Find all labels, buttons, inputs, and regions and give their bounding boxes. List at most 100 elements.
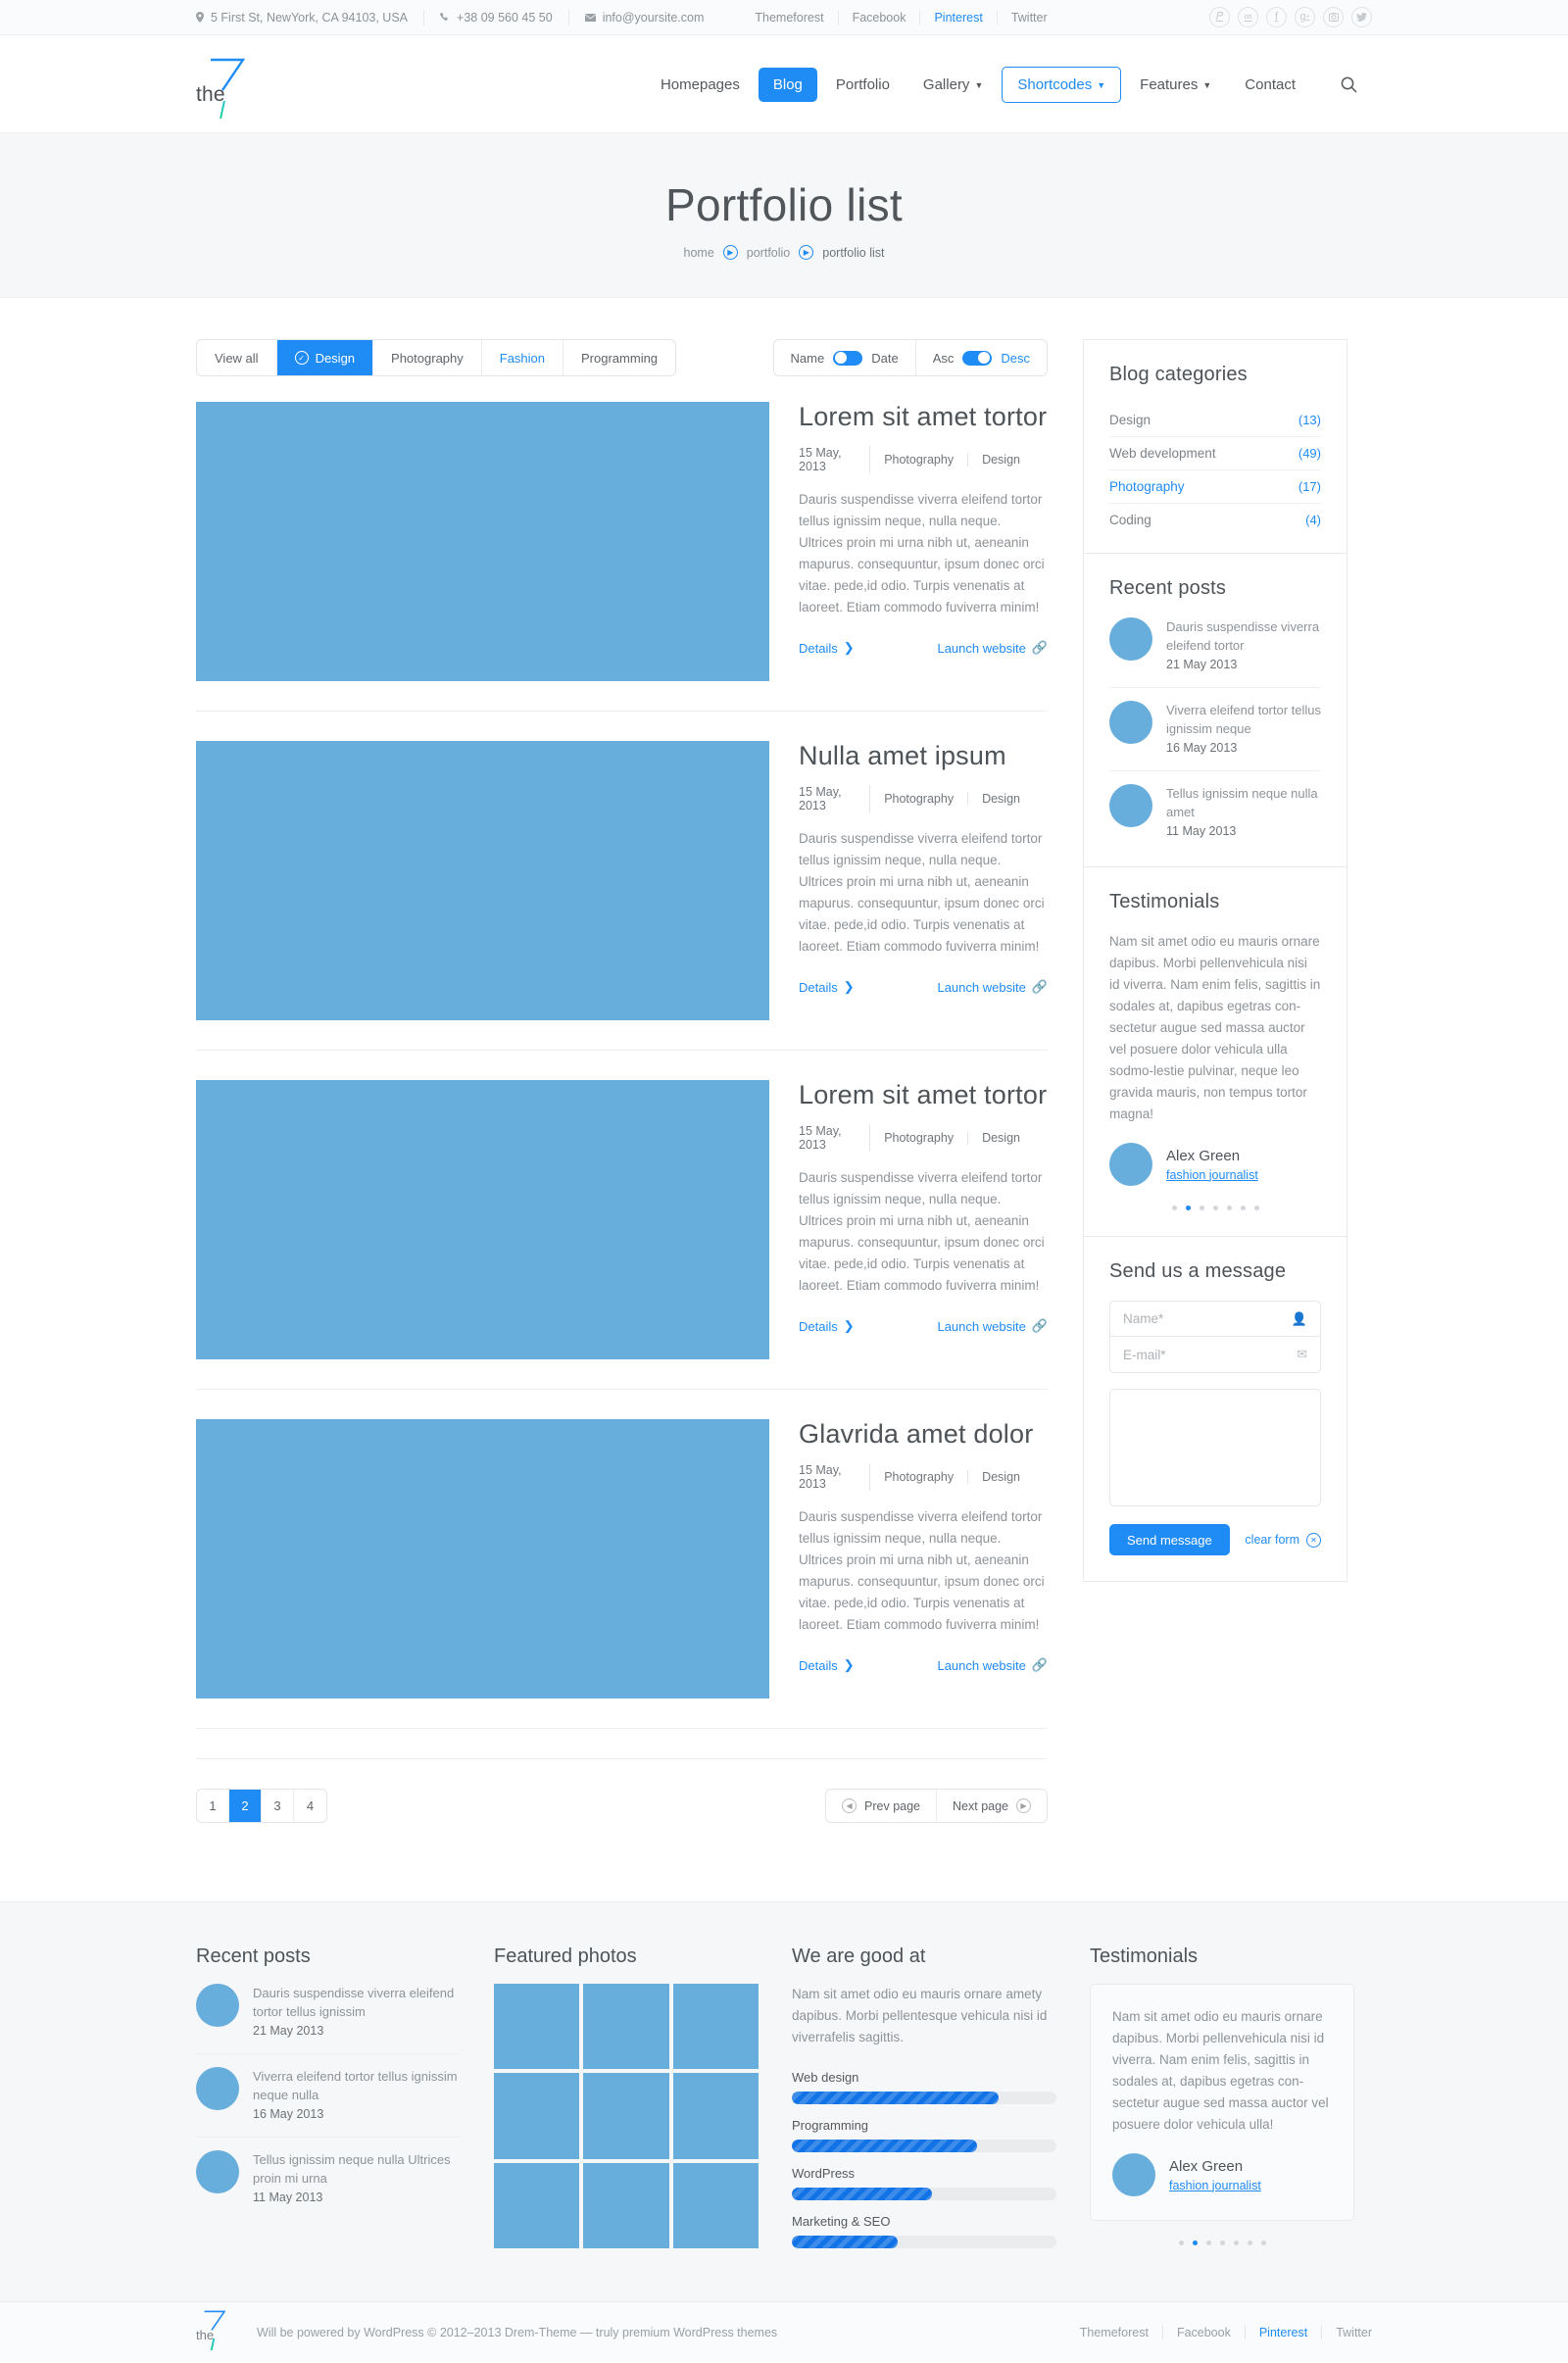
launch-website-link[interactable]: Launch website 🔗	[937, 979, 1048, 995]
recent-post-item[interactable]: Tellus ignissim neque nulla amet 11 May …	[1109, 771, 1321, 841]
photo-thumbnail[interactable]	[494, 2162, 580, 2249]
email-field[interactable]: E-mail* ✉	[1109, 1337, 1321, 1373]
portfolio-thumbnail[interactable]	[196, 741, 769, 1020]
footer-link-pinterest[interactable]: Pinterest	[1246, 2326, 1323, 2339]
pager-dot[interactable]	[1226, 1206, 1232, 1210]
filter-photography[interactable]: Photography	[373, 340, 482, 375]
filter-fashion[interactable]: Fashion	[482, 340, 564, 375]
photo-thumbnail[interactable]	[583, 2073, 669, 2159]
nav-item-portfolio[interactable]: Portfolio	[821, 68, 905, 102]
pager-dot[interactable]	[1233, 2240, 1239, 2245]
breadcrumb-item-portfolio[interactable]: portfolio	[747, 246, 790, 260]
pager-dot[interactable]	[1240, 1206, 1246, 1210]
portfolio-thumbnail[interactable]	[196, 402, 769, 681]
recent-post-item[interactable]: Dauris suspendisse viverra eleifend tort…	[1109, 617, 1321, 688]
googleplus-icon[interactable]: g +	[1295, 7, 1315, 27]
footer-logo[interactable]: the	[196, 2310, 241, 2355]
category-link-photography[interactable]: Photography	[1109, 479, 1185, 494]
page-4-button[interactable]: 4	[294, 1790, 326, 1822]
details-link[interactable]: Details ❯	[799, 1657, 855, 1673]
portfolio-title[interactable]: Lorem sit amet tortor	[799, 402, 1048, 432]
pager-dot[interactable]	[1253, 1206, 1259, 1210]
testimonial-role[interactable]: fashion journalist	[1166, 1168, 1258, 1182]
search-icon[interactable]	[1326, 68, 1372, 102]
nav-item-features[interactable]: Features ▼	[1125, 68, 1226, 102]
twitter-icon[interactable]	[1351, 7, 1372, 27]
recent-post-item[interactable]: Viverra eleifend tortor tellus ignissim …	[1109, 688, 1321, 771]
fivehundredpx-icon[interactable]: ∞	[1238, 7, 1258, 27]
recent-post-item[interactable]: Viverra eleifend tortor tellus ignissim …	[196, 2054, 461, 2138]
portfolio-category[interactable]: Design	[982, 453, 1034, 467]
category-link-coding[interactable]: Coding	[1109, 513, 1152, 527]
topbar-link-themeforest[interactable]: Themeforest	[741, 10, 839, 25]
launch-website-link[interactable]: Launch website 🔗	[937, 640, 1048, 656]
nav-item-blog[interactable]: Blog	[758, 67, 817, 102]
pager-dot[interactable]	[1199, 1206, 1204, 1210]
page-2-button[interactable]: 2	[229, 1790, 262, 1822]
portfolio-category[interactable]: Photography	[884, 1131, 969, 1145]
details-link[interactable]: Details ❯	[799, 1318, 855, 1334]
pager-dot[interactable]	[1178, 2240, 1184, 2245]
nav-item-gallery[interactable]: Gallery ▼	[908, 68, 998, 102]
sort-by-toggle[interactable]: Name Date	[774, 340, 916, 375]
portfolio-title[interactable]: Glavrida amet dolor	[799, 1419, 1048, 1450]
prev-page-button[interactable]: ◀ Prev page	[826, 1790, 938, 1822]
portfolio-category[interactable]: Photography	[884, 453, 969, 467]
category-link-design[interactable]: Design	[1109, 413, 1151, 427]
pager-dot[interactable]	[1219, 2240, 1225, 2245]
topbar-link-twitter[interactable]: Twitter	[998, 11, 1061, 25]
pager-dot-active[interactable]	[1192, 2240, 1198, 2245]
pager-dot-active[interactable]	[1185, 1206, 1191, 1210]
site-logo[interactable]: the	[196, 54, 265, 119]
portfolio-category[interactable]: Design	[982, 1470, 1034, 1484]
sort-direction-toggle[interactable]: Asc Desc	[916, 340, 1047, 375]
message-textarea[interactable]	[1109, 1389, 1321, 1506]
facebook-icon[interactable]: f	[1266, 7, 1287, 27]
recent-post-item[interactable]: Tellus ignissim neque nulla Ultrices pro…	[196, 2138, 461, 2207]
details-link[interactable]: Details ❯	[799, 640, 855, 656]
topbar-link-pinterest[interactable]: Pinterest	[920, 10, 998, 25]
pager-dot[interactable]	[1247, 2240, 1252, 2245]
photo-thumbnail[interactable]	[672, 1984, 760, 2070]
launch-website-link[interactable]: Launch website 🔗	[937, 1318, 1048, 1334]
pinterest-icon[interactable]: 𝑃	[1209, 7, 1230, 27]
portfolio-category[interactable]: Photography	[884, 792, 969, 806]
portfolio-title[interactable]: Lorem sit amet tortor	[799, 1080, 1048, 1110]
toggle-switch[interactable]	[833, 350, 863, 366]
pager-dot[interactable]	[1212, 1206, 1218, 1210]
footer-link-twitter[interactable]: Twitter	[1322, 2326, 1372, 2339]
portfolio-category[interactable]: Design	[982, 792, 1034, 806]
page-1-button[interactable]: 1	[197, 1790, 229, 1822]
portfolio-thumbnail[interactable]	[196, 1419, 769, 1698]
clear-form-link[interactable]: clear form ✕	[1245, 1532, 1321, 1548]
nav-item-shortcodes[interactable]: Shortcodes ▼	[1002, 66, 1122, 103]
portfolio-category[interactable]: Photography	[884, 1470, 969, 1484]
portfolio-thumbnail[interactable]	[196, 1080, 769, 1359]
send-message-button[interactable]: Send message	[1109, 1524, 1230, 1555]
photo-thumbnail[interactable]	[583, 2162, 669, 2249]
topbar-link-facebook[interactable]: Facebook	[839, 10, 921, 25]
details-link[interactable]: Details ❯	[799, 979, 855, 995]
nav-item-homepages[interactable]: Homepages	[646, 68, 755, 102]
filter-design[interactable]: ✓ Design	[276, 340, 374, 375]
category-link-web-development[interactable]: Web development	[1109, 446, 1216, 461]
toggle-switch[interactable]	[962, 350, 993, 366]
footer-link-facebook[interactable]: Facebook	[1163, 2326, 1246, 2339]
testimonial-role[interactable]: fashion journalist	[1169, 2179, 1261, 2192]
portfolio-title[interactable]: Nulla amet ipsum	[799, 741, 1048, 771]
pager-dot[interactable]	[1205, 2240, 1211, 2245]
pager-dot[interactable]	[1171, 1206, 1177, 1210]
footer-link-themeforest[interactable]: Themeforest	[1066, 2326, 1163, 2339]
recent-post-item[interactable]: Dauris suspendisse viverra eleifend tort…	[196, 1984, 461, 2054]
photo-thumbnail[interactable]	[583, 1984, 669, 2070]
instagram-icon[interactable]	[1323, 7, 1344, 27]
filter-programming[interactable]: Programming	[564, 340, 675, 375]
photo-thumbnail[interactable]	[672, 2162, 760, 2249]
nav-item-contact[interactable]: Contact	[1230, 68, 1310, 102]
photo-thumbnail[interactable]	[672, 2073, 760, 2159]
page-3-button[interactable]: 3	[262, 1790, 294, 1822]
pager-dot[interactable]	[1260, 2240, 1266, 2245]
photo-thumbnail[interactable]	[494, 2073, 580, 2159]
filter-view-all[interactable]: View all	[197, 340, 277, 375]
portfolio-category[interactable]: Design	[982, 1131, 1034, 1145]
